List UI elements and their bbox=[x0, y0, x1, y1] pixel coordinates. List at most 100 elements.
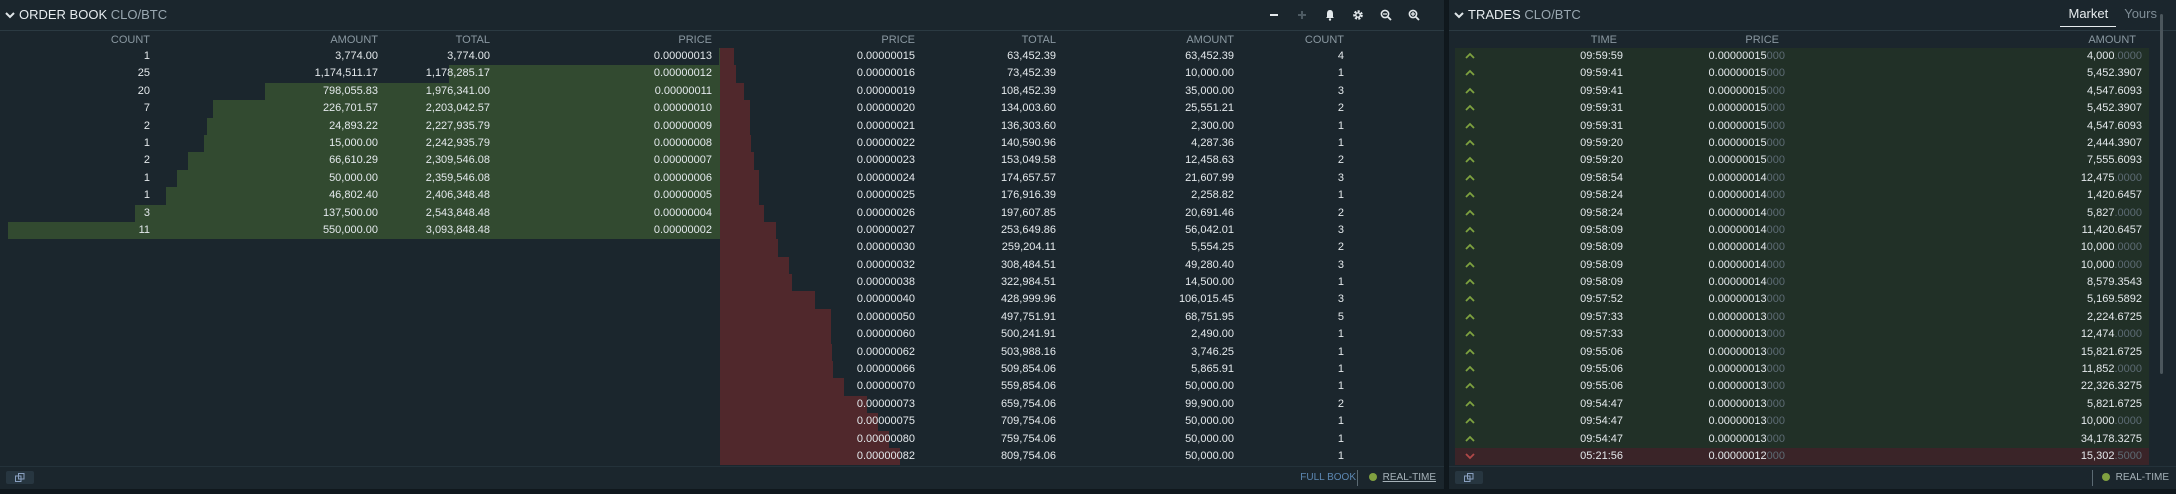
ask-total: 509,854.06 bbox=[1000, 363, 1056, 376]
bid-row[interactable]: 1 15,000.00 2,242,935.79 0.00000008 bbox=[0, 134, 720, 153]
ask-row[interactable]: 0.00000040 428,999.96 106,015.45 3 bbox=[720, 291, 1444, 309]
bid-row[interactable]: 3 137,500.00 2,543,848.48 0.00000004 bbox=[0, 204, 720, 222]
realtime-toggle[interactable]: REAL-TIME bbox=[1368, 472, 1436, 483]
ask-total: 559,854.06 bbox=[1000, 380, 1056, 393]
bid-count: 1 bbox=[143, 50, 150, 62]
arrow-up-icon bbox=[1465, 413, 1479, 430]
ask-row[interactable]: 0.00000025 176,916.39 2,258.82 1 bbox=[720, 187, 1444, 205]
ask-row[interactable]: 0.00000016 73,452.39 10,000.00 1 bbox=[720, 65, 1444, 83]
trade-amount-value: 34,178.3275 bbox=[2080, 432, 2142, 445]
ask-row[interactable]: 0.00000032 308,484.51 49,280.40 3 bbox=[720, 256, 1444, 275]
trade-price: 0.00000013000 bbox=[1655, 344, 1785, 361]
ask-row[interactable]: 0.00000015 63,452.39 63,452.39 4 bbox=[720, 48, 1444, 66]
increase-precision-button[interactable] bbox=[1288, 6, 1316, 24]
ask-row[interactable]: 0.00000019 108,452.39 35,000.00 3 bbox=[720, 82, 1444, 101]
popout-icon bbox=[1464, 473, 1474, 482]
chevron-down-icon[interactable] bbox=[1453, 9, 1465, 21]
full-book-link[interactable]: FULL BOOK bbox=[1300, 472, 1356, 483]
arrow-up-icon bbox=[1465, 135, 1479, 152]
decrease-precision-button[interactable] bbox=[1260, 6, 1288, 24]
tab-yours[interactable]: Yours bbox=[2116, 6, 2165, 27]
popout-button[interactable] bbox=[1455, 471, 1483, 484]
popout-button[interactable] bbox=[6, 471, 34, 484]
arrow-up-icon bbox=[1465, 48, 1479, 65]
ask-row[interactable]: 0.00000082 809,754.06 50,000.00 1 bbox=[720, 447, 1444, 466]
bid-price: 0.00000010 bbox=[653, 102, 712, 115]
trade-price-padding: 000 bbox=[1766, 293, 1785, 306]
zoom-in-button[interactable] bbox=[1400, 6, 1428, 24]
zoom-out-button[interactable] bbox=[1372, 6, 1400, 24]
arrow-up-icon bbox=[1465, 396, 1479, 413]
bid-row[interactable]: 1 50,000.00 2,359,546.08 0.00000006 bbox=[0, 169, 720, 188]
ask-row[interactable]: 0.00000027 253,649.86 56,042.01 3 bbox=[720, 221, 1444, 240]
trade-row: 09:54:47 0.00000013000 34,178.3275 bbox=[1455, 430, 2149, 448]
bell-icon bbox=[1326, 10, 1334, 21]
realtime-toggle[interactable]: REAL-TIME bbox=[2101, 472, 2169, 483]
trade-price-value: 0.00000014 bbox=[1708, 189, 1767, 202]
alerts-button[interactable] bbox=[1316, 6, 1344, 24]
bid-row[interactable]: 11 550,000.00 3,093,848.48 0.00000002 bbox=[0, 221, 720, 240]
ask-count: 1 bbox=[1337, 432, 1344, 445]
trade-price-padding: 000 bbox=[1766, 415, 1785, 428]
trades-amount-header: AMOUNT bbox=[2088, 34, 2136, 46]
trades-column-headers: TIME PRICE AMOUNT bbox=[1449, 33, 2149, 47]
ask-row[interactable]: 0.00000038 322,984.51 14,500.00 1 bbox=[720, 274, 1444, 292]
ask-row[interactable]: 0.00000022 140,590.96 4,287.36 1 bbox=[720, 134, 1444, 153]
trades-list: 09:59:59 0.00000015000 4,000.0000 09:59:41 0… bbox=[1455, 48, 2149, 466]
ask-row[interactable]: 0.00000073 659,754.06 99,900.00 2 bbox=[720, 395, 1444, 414]
ask-row[interactable]: 0.00000066 509,854.06 5,865.91 1 bbox=[720, 361, 1444, 379]
trade-price-value: 0.00000015 bbox=[1708, 67, 1767, 80]
trade-price-value: 0.00000013 bbox=[1708, 397, 1767, 410]
arrow-up-icon bbox=[1465, 152, 1479, 169]
order-book-title[interactable]: ORDER BOOK CLO/BTC bbox=[4, 7, 167, 23]
trade-row: 09:55:06 0.00000013000 22,326.3275 bbox=[1455, 378, 2149, 396]
trades-scrollbar[interactable] bbox=[2160, 14, 2163, 374]
ask-row[interactable]: 0.00000060 500,241.91 2,490.00 1 bbox=[720, 326, 1444, 344]
ask-row[interactable]: 0.00000062 503,988.16 3,746.25 1 bbox=[720, 343, 1444, 362]
trade-row: 09:55:06 0.00000013000 11,852.0000 bbox=[1455, 361, 2149, 379]
ask-price: 0.00000025 bbox=[856, 189, 915, 202]
ask-price: 0.00000060 bbox=[856, 328, 915, 341]
ask-total: 197,607.85 bbox=[1000, 206, 1056, 219]
ask-row[interactable]: 0.00000026 197,607.85 20,691.46 2 bbox=[720, 204, 1444, 222]
ask-row[interactable]: 0.00000030 259,204.11 5,554.25 2 bbox=[720, 239, 1444, 257]
trade-time: 09:58:24 bbox=[1580, 206, 1623, 219]
ask-row[interactable]: 0.00000021 136,303.60 2,300.00 1 bbox=[720, 117, 1444, 135]
ask-row[interactable]: 0.00000070 559,854.06 50,000.00 1 bbox=[720, 378, 1444, 396]
trade-price: 0.00000015000 bbox=[1655, 83, 1785, 100]
trade-price: 0.00000014000 bbox=[1655, 187, 1785, 204]
trades-time-header: TIME bbox=[1590, 34, 1617, 46]
arrow-up-icon bbox=[1465, 170, 1479, 187]
arrow-up-icon bbox=[1465, 431, 1479, 448]
trade-price-value: 0.00000015 bbox=[1708, 84, 1767, 97]
tab-market[interactable]: Market bbox=[2060, 6, 2117, 27]
bid-row[interactable]: 20 798,055.83 1,976,341.00 0.00000011 bbox=[0, 82, 720, 101]
bid-row[interactable]: 7 226,701.57 2,203,042.57 0.00000010 bbox=[0, 100, 720, 118]
trade-price-padding: 000 bbox=[1766, 50, 1785, 62]
ask-total: 136,303.60 bbox=[1000, 119, 1056, 132]
ask-row[interactable]: 0.00000075 709,754.06 50,000.00 1 bbox=[720, 413, 1444, 431]
trade-price-padding: 000 bbox=[1766, 189, 1785, 202]
ask-row[interactable]: 0.00000024 174,657.57 21,607.99 3 bbox=[720, 169, 1444, 188]
bid-row[interactable]: 1 46,802.40 2,406,348.48 0.00000005 bbox=[0, 187, 720, 205]
ask-row[interactable]: 0.00000050 497,751.91 68,751.95 5 bbox=[720, 308, 1444, 327]
bid-row[interactable]: 1 3,774.00 3,774.00 0.00000013 bbox=[0, 48, 720, 66]
trade-amount-value: 4,547.6093 bbox=[2086, 84, 2142, 97]
ask-row[interactable]: 0.00000023 153,049.58 12,458.63 2 bbox=[720, 152, 1444, 170]
trades-title[interactable]: TRADES CLO/BTC bbox=[1453, 7, 1581, 23]
settings-button[interactable] bbox=[1344, 6, 1372, 24]
trade-amount: 5,821.6725 bbox=[1900, 396, 2142, 413]
trade-amount: 12,475.0000 bbox=[1900, 170, 2142, 187]
ask-row[interactable]: 0.00000020 134,003.60 25,551.21 2 bbox=[720, 100, 1444, 118]
ask-amount: 25,551.21 bbox=[1185, 102, 1234, 115]
bid-row[interactable]: 25 1,174,511.17 1,178,285.17 0.00000012 bbox=[0, 65, 720, 83]
bid-count: 7 bbox=[143, 102, 150, 115]
chevron-down-icon[interactable] bbox=[4, 9, 16, 21]
arrow-up-icon bbox=[1465, 187, 1479, 204]
ask-row[interactable]: 0.00000080 759,754.06 50,000.00 1 bbox=[720, 430, 1444, 448]
bid-row[interactable]: 2 66,610.29 2,309,546.08 0.00000007 bbox=[0, 152, 720, 170]
arrow-up-icon bbox=[1465, 361, 1479, 378]
bid-row[interactable]: 2 24,893.22 2,227,935.79 0.00000009 bbox=[0, 117, 720, 135]
trade-time: 09:58:09 bbox=[1580, 276, 1623, 289]
bid-amount: 24,893.22 bbox=[329, 119, 378, 132]
